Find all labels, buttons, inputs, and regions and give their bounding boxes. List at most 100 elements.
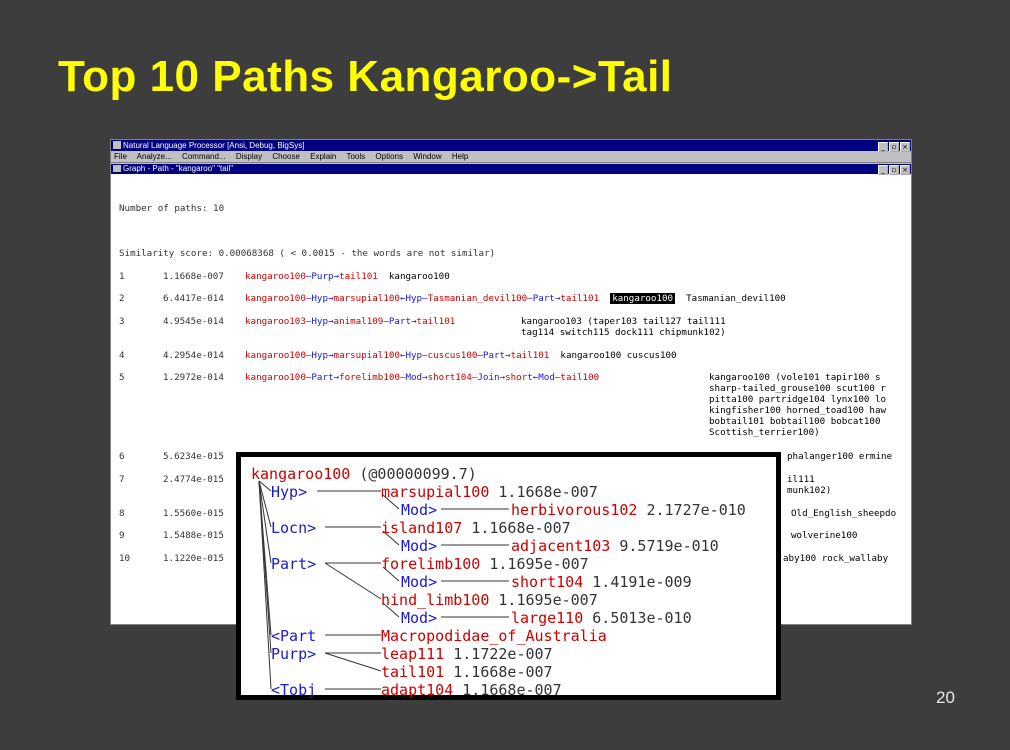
tree-node[interactable]: tail101 1.1668e-007 bbox=[381, 663, 553, 681]
path-node: tail100 bbox=[560, 372, 600, 383]
path-node: marsupial100 bbox=[333, 350, 400, 361]
relation-mod: Mod> bbox=[401, 609, 438, 627]
tree-node[interactable]: adjacent103 9.5719e-010 bbox=[511, 537, 719, 555]
relation-tobj: <Tobj bbox=[271, 681, 317, 699]
relation-hyp: Hyp> bbox=[271, 483, 308, 501]
child-minimize-icon[interactable]: _ bbox=[878, 165, 888, 175]
menu-file[interactable]: File bbox=[114, 152, 127, 161]
path-node: kangaroo100 bbox=[245, 293, 306, 304]
row-index: 9 bbox=[119, 530, 125, 541]
path-node: animal109 bbox=[333, 316, 384, 327]
row-words: munk102) bbox=[787, 485, 832, 496]
row-path: kangaroo100—Hyp→marsupial100←Hyp—cuscus1… bbox=[245, 350, 677, 361]
row-words: Scottish_terrier100) bbox=[709, 427, 820, 438]
relation-purp: Purp> bbox=[271, 645, 317, 663]
row-score: 1.2972e-014 bbox=[163, 372, 224, 383]
tree-node[interactable]: herbivorous102 2.1727e-010 bbox=[511, 501, 746, 519]
row-path: kangaroo103—Hyp→animal109—Part→tail101 bbox=[245, 316, 455, 327]
app-icon bbox=[113, 141, 121, 149]
path-node: short bbox=[505, 372, 533, 383]
path-relation: ←Mod— bbox=[532, 372, 561, 383]
row-words: wolverine100 bbox=[791, 530, 858, 541]
row-score: 1.1220e-015 bbox=[163, 553, 224, 564]
menu-tools[interactable]: Tools bbox=[346, 152, 365, 161]
path-node: kangaroo100 bbox=[245, 372, 306, 383]
row-score: 4.2954e-014 bbox=[163, 350, 224, 361]
restore-icon[interactable]: ▫ bbox=[889, 142, 899, 152]
tree-node[interactable]: Macropodidae_of_Australia bbox=[381, 627, 607, 645]
menu-bar: File Analyze... Command... Display Choos… bbox=[111, 151, 911, 163]
path-node: forelimb100 bbox=[339, 372, 400, 383]
row-words: sharp-tailed_grouse100 scut100 r bbox=[709, 383, 887, 394]
row-index: 8 bbox=[119, 508, 125, 519]
relation-mod: Mod> bbox=[401, 537, 438, 555]
row-score: 1.1668e-007 bbox=[163, 271, 224, 282]
row-words: bobtail101 bobtail100 bobcat100 bbox=[709, 416, 881, 427]
menu-window[interactable]: Window bbox=[413, 152, 441, 161]
menu-display[interactable]: Display bbox=[236, 152, 262, 161]
path-relation: —Mod→ bbox=[399, 372, 428, 383]
tree-node[interactable]: island107 1.1668e-007 bbox=[381, 519, 571, 537]
relation-mod: Mod> bbox=[401, 573, 438, 591]
row-path: kangaroo100—Part→forelimb100—Mod→short10… bbox=[245, 372, 599, 383]
relation-part-inverse: <Part bbox=[271, 627, 317, 645]
similarity-text: Similarity score: 0.00068368 ( < 0.0015 … bbox=[119, 248, 496, 259]
row-words: phalanger100 ermine bbox=[787, 451, 893, 462]
row-words: aby100 rock_wallaby bbox=[783, 553, 889, 564]
row-path: kangaroo100—Purp→tail101 kangaroo100 bbox=[245, 271, 450, 282]
window-title: Natural Language Processor [Ansi, Debug,… bbox=[123, 141, 305, 150]
menu-explain[interactable]: Explain bbox=[310, 152, 336, 161]
path-node: tail101 bbox=[416, 316, 456, 327]
path-node: marsupial100 bbox=[333, 293, 400, 304]
menu-analyze[interactable]: Analyze... bbox=[137, 152, 172, 161]
path-relation: ←Hyp— bbox=[399, 293, 428, 304]
close-icon[interactable]: × bbox=[900, 142, 910, 152]
menu-options[interactable]: Options bbox=[375, 152, 403, 161]
child-restore-icon[interactable]: ▫ bbox=[889, 165, 899, 175]
relation-locn: Locn> bbox=[271, 519, 317, 537]
path-node: Tasmanian_devil100 bbox=[427, 293, 528, 304]
num-paths-text: Number of paths: 10 bbox=[119, 203, 225, 214]
relation-part: Part> bbox=[271, 555, 317, 573]
row-score: 2.4774e-015 bbox=[163, 474, 224, 485]
path-relation: —Purp→ bbox=[305, 271, 340, 282]
window-titlebar[interactable]: Natural Language Processor [Ansi, Debug,… bbox=[111, 140, 911, 152]
path-relation: ←Hyp— bbox=[399, 350, 428, 361]
row-words: il111 bbox=[787, 474, 815, 485]
root-word: kangaroo100 bbox=[251, 465, 351, 483]
child-window-title: Graph - Path - "kangaroo" "tail" bbox=[123, 164, 234, 173]
row-words: kingfisher100 horned_toad100 haw bbox=[709, 405, 887, 416]
child-close-icon[interactable]: × bbox=[900, 165, 910, 175]
path-relation: —Part→ bbox=[527, 293, 561, 304]
tree-node[interactable]: short104 1.4191e-009 bbox=[511, 573, 692, 591]
minimize-icon[interactable]: _ bbox=[878, 142, 888, 152]
row-index: 1 bbox=[119, 271, 125, 282]
tree-node[interactable]: marsupial100 1.1668e-007 bbox=[381, 483, 598, 501]
tree-node[interactable]: hind_limb100 1.1695e-007 bbox=[381, 591, 598, 609]
relation-mod: Mod> bbox=[401, 501, 438, 519]
path-row[interactable]: 1 bbox=[119, 271, 125, 282]
path-relation: —Hyp→ bbox=[305, 350, 334, 361]
menu-command[interactable]: Command... bbox=[182, 152, 226, 161]
child-window-titlebar[interactable]: Graph - Path - "kangaroo" "tail" _ ▫ × bbox=[111, 163, 911, 175]
row-index: 6 bbox=[119, 451, 125, 462]
tree-node[interactable]: adapt104 1.1668e-007 bbox=[381, 681, 562, 699]
path-node: tail101 bbox=[560, 293, 600, 304]
row-words: kangaroo100 cuscus100 bbox=[560, 350, 677, 361]
path-node: kangaroo100 bbox=[245, 271, 306, 282]
path-node: cuscus100 bbox=[427, 350, 478, 361]
tree-node[interactable]: leap111 1.1722e-007 bbox=[381, 645, 553, 663]
row-score: 1.5560e-015 bbox=[163, 508, 224, 519]
row-words: tag114 switch115 dock111 chipmunk102) bbox=[521, 327, 726, 338]
menu-help[interactable]: Help bbox=[452, 152, 468, 161]
row-score: 1.5488e-015 bbox=[163, 530, 224, 541]
path-relation: —Part→ bbox=[305, 372, 340, 383]
menu-choose[interactable]: Choose bbox=[272, 152, 300, 161]
row-score: 4.9545e-014 bbox=[163, 316, 224, 327]
tree-node[interactable]: forelimb100 1.1695e-007 bbox=[381, 555, 589, 573]
path-node: tail101 bbox=[339, 271, 378, 282]
row-path: kangaroo100—Hyp→marsupial100←Hyp—Tasmani… bbox=[245, 293, 786, 304]
row-index: 2 bbox=[119, 293, 125, 304]
selected-word[interactable]: kangaroo100 bbox=[610, 293, 676, 304]
tree-node[interactable]: large110 6.5013e-010 bbox=[511, 609, 692, 627]
